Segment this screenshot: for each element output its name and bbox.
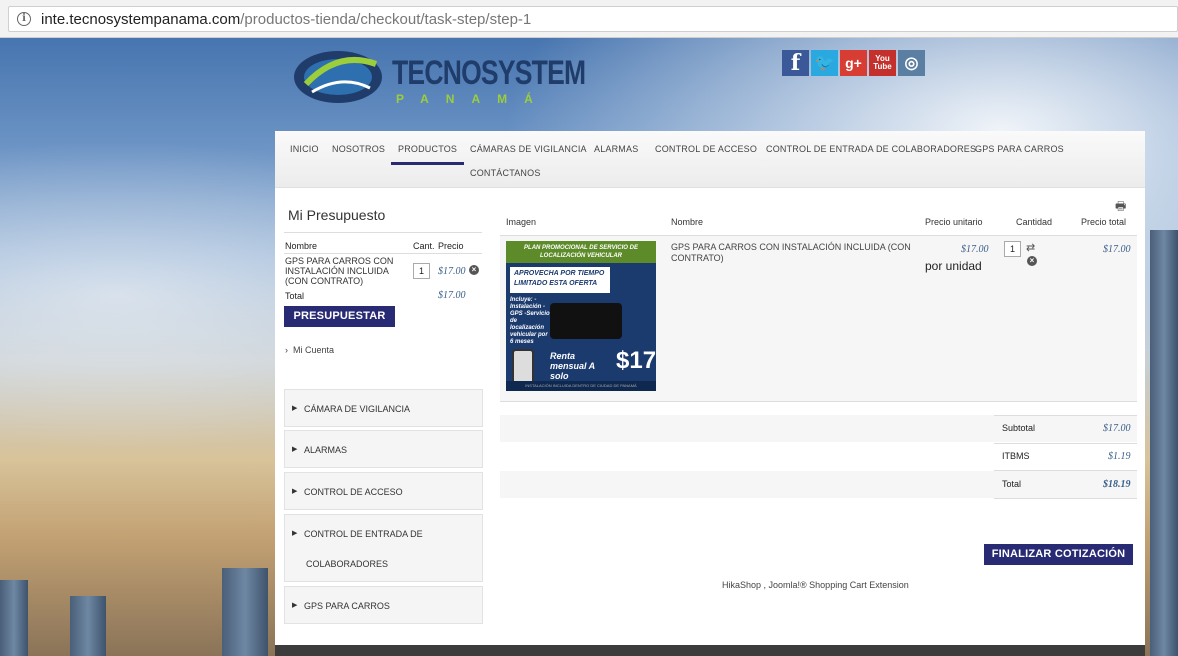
category-control-acceso[interactable]: ▶ CONTROL DE ACCESO: [284, 472, 483, 510]
row-total: $17.00: [1103, 244, 1131, 255]
url-field[interactable]: i inte.tecnosystempanama.com/productos-t…: [8, 6, 1178, 32]
col-qty: Cantidad: [1016, 217, 1053, 227]
category-gps[interactable]: ▶ GPS PARA CARROS: [284, 586, 483, 624]
category-camara[interactable]: ▶ CÁMARA DE VIGILANCIA: [284, 389, 483, 427]
presupuestar-button[interactable]: PRESUPUESTAR: [284, 306, 395, 327]
caret-right-icon: ▶: [292, 488, 298, 495]
total-value: $18.19: [1103, 479, 1131, 490]
caret-right-icon: ▶: [292, 602, 298, 609]
col-unit-price: Precio unitario: [925, 217, 983, 227]
remove-icon[interactable]: ×: [469, 265, 479, 275]
background-building: [70, 596, 106, 656]
caret-right-icon: ▶: [292, 530, 298, 537]
finalizar-cotizacion-button[interactable]: FINALIZAR COTIZACIÓN: [984, 544, 1133, 565]
nav-nosotros[interactable]: NOSOTROS: [332, 144, 385, 154]
nav-camaras[interactable]: CÁMARAS DE VIGILANCIA: [470, 144, 587, 154]
instagram-icon[interactable]: ◎: [898, 50, 925, 76]
mini-col-name: Nombre: [285, 241, 318, 251]
background-building: [1150, 230, 1178, 656]
product-image[interactable]: PLAN PROMOCIONAL DE SERVICIO DE LOCALIZA…: [506, 241, 656, 391]
logo-name: TECNOSYSTEM: [392, 54, 586, 92]
category-control-entrada[interactable]: ▶ CONTROL DE ENTRADA DE COLABORADORES: [284, 514, 483, 582]
footer-bar: [275, 645, 1145, 656]
print-icon[interactable]: 🖶: [1115, 197, 1126, 218]
summary-row-bg: [500, 415, 1137, 442]
itbms-value: $1.19: [1108, 451, 1131, 462]
subtotal-label: Subtotal: [1002, 423, 1036, 433]
unit-price: $17.00: [961, 244, 989, 255]
main-nav: INICIO NOSOTROS PRODUCTOS CÁMARAS DE VIG…: [275, 131, 1145, 188]
social-links: f 🐦 g+ You Tube ◎: [782, 50, 925, 76]
unit-label: por unidad: [925, 259, 982, 273]
nav-control-acceso[interactable]: CONTROL DE ACCESO: [655, 144, 757, 154]
facebook-icon[interactable]: f: [782, 50, 809, 76]
nav-control-entrada[interactable]: CONTROL DE ENTRADA DE COLABORADORES: [766, 144, 976, 154]
background-building: [222, 568, 268, 656]
google-plus-icon[interactable]: g+: [840, 50, 867, 76]
chevron-right-icon: ›: [285, 345, 288, 355]
site-logo[interactable]: TECNOSYSTEM PANAMÁ: [292, 44, 586, 110]
divider: [994, 470, 1137, 471]
mini-total-value: $17.00: [438, 290, 466, 301]
product-name[interactable]: GPS PARA CARROS CON INSTALACIÓN INCLUIDA…: [671, 242, 916, 264]
col-image: Imagen: [506, 217, 537, 227]
youtube-icon[interactable]: You Tube: [869, 50, 896, 76]
subtotal-value: $17.00: [1103, 423, 1131, 434]
remove-icon[interactable]: ×: [1027, 256, 1037, 266]
twitter-icon[interactable]: 🐦: [811, 50, 838, 76]
info-icon[interactable]: i: [17, 12, 31, 26]
nav-inicio[interactable]: INICIO: [290, 144, 319, 154]
mi-cuenta-link[interactable]: › Mi Cuenta: [285, 345, 334, 355]
divider: [994, 415, 1137, 416]
mini-qty-input[interactable]: 1: [413, 263, 430, 279]
gps-device-image: [550, 303, 622, 339]
url-text: inte.tecnosystempanama.com/productos-tie…: [41, 11, 532, 28]
mini-item-name: GPS PARA CARROS CON INSTALACIÓN INCLUIDA…: [285, 256, 394, 286]
divider: [284, 253, 482, 254]
col-name: Nombre: [671, 217, 704, 227]
divider: [994, 443, 1137, 444]
caret-right-icon: ▶: [292, 446, 298, 453]
nav-alarmas[interactable]: ALARMAS: [594, 144, 638, 154]
total-label: Total: [1002, 479, 1022, 489]
mini-col-qty: Cant.: [413, 241, 435, 251]
mini-total-label: Total: [285, 291, 305, 301]
mini-item-price: $17.00: [438, 266, 466, 277]
refresh-icon[interactable]: ⇄: [1026, 241, 1035, 254]
summary-row-bg: [500, 471, 1137, 498]
itbms-label: ITBMS: [1002, 451, 1030, 461]
mini-col-price: Precio: [438, 241, 464, 251]
divider: [994, 498, 1137, 499]
background-building: [0, 580, 28, 656]
nav-contactanos[interactable]: CONTÁCTANOS: [470, 168, 541, 178]
nav-gps[interactable]: GPS PARA CARROS: [975, 144, 1064, 154]
divider: [284, 232, 482, 233]
nav-productos[interactable]: PRODUCTOS: [391, 144, 465, 165]
globe-logo-icon: [294, 51, 382, 103]
hikashop-credit[interactable]: HikaShop , Joomla!® Shopping Cart Extens…: [722, 580, 909, 590]
category-alarmas[interactable]: ▶ ALARMAS: [284, 430, 483, 468]
logo-subtitle: PANAMÁ: [396, 92, 550, 106]
cart-qty-input[interactable]: 1: [1004, 241, 1021, 257]
browser-address-bar: i inte.tecnosystempanama.com/productos-t…: [0, 0, 1178, 38]
caret-right-icon: ▶: [292, 405, 298, 412]
mini-cart-title: Mi Presupuesto: [288, 207, 386, 223]
main-panel: INICIO NOSOTROS PRODUCTOS CÁMARAS DE VIG…: [275, 131, 1145, 656]
col-total: Precio total: [1081, 217, 1127, 227]
